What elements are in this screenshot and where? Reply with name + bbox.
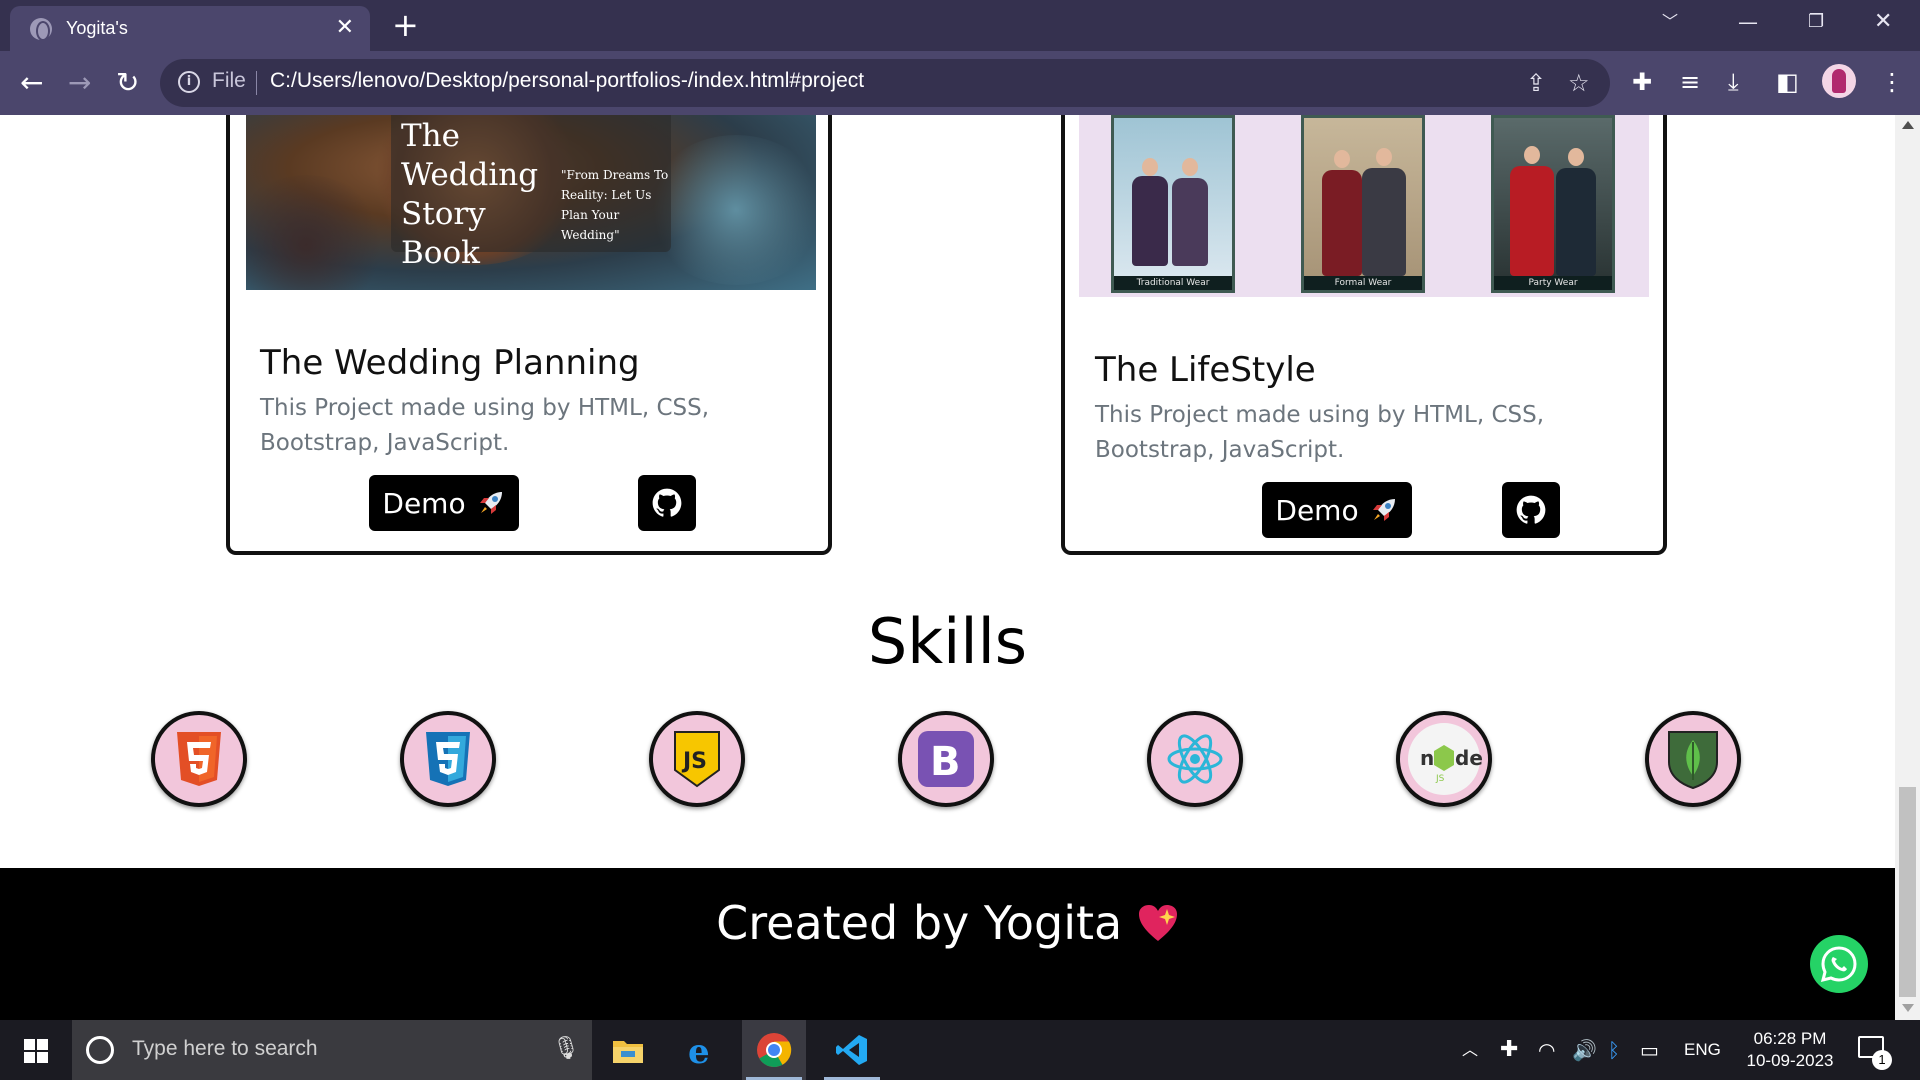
photo-party-wear: Party Wear xyxy=(1491,115,1615,293)
battery-icon[interactable]: ▭ xyxy=(1640,1037,1659,1063)
svg-text:e: e xyxy=(688,1033,710,1067)
photo-tag: Formal Wear xyxy=(1304,276,1422,290)
github-button[interactable] xyxy=(638,475,696,531)
wedding-project-image: The Wedding Story Book "From Dreams To R… xyxy=(246,115,816,290)
page-viewport: The Wedding Story Book "From Dreams To R… xyxy=(0,115,1895,1020)
address-url[interactable]: C:/Users/lenovo/Desktop/personal-portfol… xyxy=(270,69,864,93)
side-panel-icon[interactable]: ◧ xyxy=(1776,64,1799,100)
address-separator xyxy=(256,71,257,95)
css3-icon xyxy=(400,711,496,807)
nodejs-icon: n de JS xyxy=(1396,711,1492,807)
rocket-icon xyxy=(479,492,502,514)
demo-button[interactable]: Demo xyxy=(369,475,519,531)
language-indicator[interactable]: ENG xyxy=(1684,1037,1721,1063)
svg-text:JS: JS xyxy=(681,749,707,774)
address-bar[interactable]: i File C:/Users/lenovo/Desktop/personal-… xyxy=(160,59,1610,107)
footer-text: Created by Yogita xyxy=(716,896,1123,950)
clock-date: 10-09-2023 xyxy=(1746,1051,1834,1070)
svg-text:B: B xyxy=(930,739,961,785)
bookmark-star-icon[interactable]: ☆ xyxy=(1568,69,1590,97)
github-icon xyxy=(1516,495,1546,524)
forward-button[interactable]: → xyxy=(68,65,91,101)
svg-text:de: de xyxy=(1455,746,1482,770)
globe-icon xyxy=(30,17,52,41)
notification-badge: 1 xyxy=(1872,1050,1892,1070)
project-title: The Wedding Planning xyxy=(260,343,640,383)
menu-dots-icon[interactable]: ⋮ xyxy=(1880,64,1904,100)
chrome-icon[interactable] xyxy=(742,1020,806,1080)
restore-button[interactable]: ❐ xyxy=(1808,6,1824,38)
info-icon[interactable]: i xyxy=(178,71,200,93)
whatsapp-button[interactable] xyxy=(1810,935,1868,993)
svg-text:n: n xyxy=(1420,746,1434,770)
download-icon[interactable]: ⤓ xyxy=(1728,64,1739,100)
tray-plus-icon[interactable]: ✚ xyxy=(1500,1037,1518,1063)
cortana-icon xyxy=(86,1036,114,1064)
github-icon xyxy=(652,488,682,517)
media-control-icon[interactable]: ≡ xyxy=(1680,64,1700,100)
back-button[interactable]: ← xyxy=(20,65,43,101)
tray-expand-icon[interactable]: ︿ xyxy=(1462,1037,1478,1063)
extensions-icon[interactable]: ✚ xyxy=(1632,64,1652,100)
html5-icon xyxy=(151,711,247,807)
scroll-up-arrow[interactable] xyxy=(1902,121,1914,129)
javascript-icon: JS xyxy=(649,711,745,807)
project-title: The LifeStyle xyxy=(1095,350,1316,390)
sparkling-heart-icon xyxy=(1138,905,1177,941)
photo-tag: Traditional Wear xyxy=(1114,276,1232,290)
react-icon xyxy=(1147,711,1243,807)
close-window-button[interactable]: ✕ xyxy=(1874,6,1892,38)
photo-traditional-wear: Traditional Wear xyxy=(1111,115,1235,293)
browser-tab[interactable]: Yogita's ✕ xyxy=(10,6,370,51)
reload-button[interactable]: ↻ xyxy=(116,65,139,101)
demo-label: Demo xyxy=(1275,493,1359,527)
taskbar-clock[interactable]: 06:28 PM 10-09-2023 xyxy=(1740,1028,1840,1072)
bootstrap-icon: B xyxy=(898,711,994,807)
new-tab-button[interactable]: + xyxy=(392,9,419,41)
microphone-icon[interactable]: 🎙 xyxy=(552,1036,580,1061)
profile-avatar[interactable] xyxy=(1822,64,1856,98)
windows-start-icon[interactable] xyxy=(24,1039,48,1063)
share-icon[interactable]: ⇪ xyxy=(1526,69,1546,97)
footer-credit: Created by Yogita xyxy=(0,896,1895,950)
rocket-icon xyxy=(1372,499,1395,521)
project-card-wedding: The Wedding Story Book "From Dreams To R… xyxy=(226,115,832,555)
project-description: This Project made using by HTML, CSS, Bo… xyxy=(1095,402,1545,463)
bluetooth-icon[interactable]: ᛒ xyxy=(1608,1037,1620,1063)
search-placeholder: Type here to search xyxy=(132,1037,318,1060)
browser-toolbar: ← → ↻ i File C:/Users/lenovo/Desktop/per… xyxy=(0,51,1920,115)
svg-text:JS: JS xyxy=(1435,774,1445,784)
skills-heading: Skills xyxy=(867,605,1028,678)
page-scrollbar[interactable] xyxy=(1895,115,1920,1020)
windows-taskbar: Type here to search 🎙 e ︿ ✚ ◠ 🔊 ᛒ ▭ ENG … xyxy=(0,1020,1920,1080)
taskbar-search-box[interactable]: Type here to search 🎙 xyxy=(72,1020,592,1080)
whatsapp-icon xyxy=(1820,946,1857,983)
minimize-button[interactable]: — xyxy=(1738,6,1758,38)
tab-title: Yogita's xyxy=(66,18,128,38)
lifestyle-project-image: Traditional Wear Formal Wear Party Wear xyxy=(1079,115,1649,297)
github-button[interactable] xyxy=(1502,482,1560,538)
project-description: This Project made using by HTML, CSS, Bo… xyxy=(260,395,710,456)
image-quote: "From Dreams To Reality: Let Us Plan You… xyxy=(561,168,669,242)
address-scheme: File xyxy=(212,69,246,92)
demo-button[interactable]: Demo xyxy=(1262,482,1412,538)
footer: Created by Yogita xyxy=(0,868,1895,1020)
mongodb-icon xyxy=(1645,711,1741,807)
clock-time: 06:28 PM xyxy=(1753,1029,1827,1048)
volume-icon[interactable]: 🔊 xyxy=(1572,1037,1597,1063)
tab-close-button[interactable]: ✕ xyxy=(336,16,354,40)
browser-tab-bar: Yogita's ✕ + ﹀ — ❐ ✕ xyxy=(0,0,1920,51)
image-heading: The Wedding Story Book xyxy=(401,118,539,271)
project-card-lifestyle: Traditional Wear Formal Wear Party Wear … xyxy=(1061,115,1667,555)
vscode-icon[interactable] xyxy=(820,1020,884,1080)
tab-search-icon[interactable]: ﹀ xyxy=(1662,6,1678,38)
scroll-down-arrow[interactable] xyxy=(1902,1004,1914,1012)
wifi-icon[interactable]: ◠ xyxy=(1538,1037,1555,1063)
photo-formal-wear: Formal Wear xyxy=(1301,115,1425,293)
photo-tag: Party Wear xyxy=(1494,276,1612,290)
scroll-thumb[interactable] xyxy=(1899,787,1916,997)
demo-label: Demo xyxy=(382,486,466,520)
edge-icon[interactable]: e xyxy=(670,1020,734,1080)
file-explorer-icon[interactable] xyxy=(596,1020,660,1080)
